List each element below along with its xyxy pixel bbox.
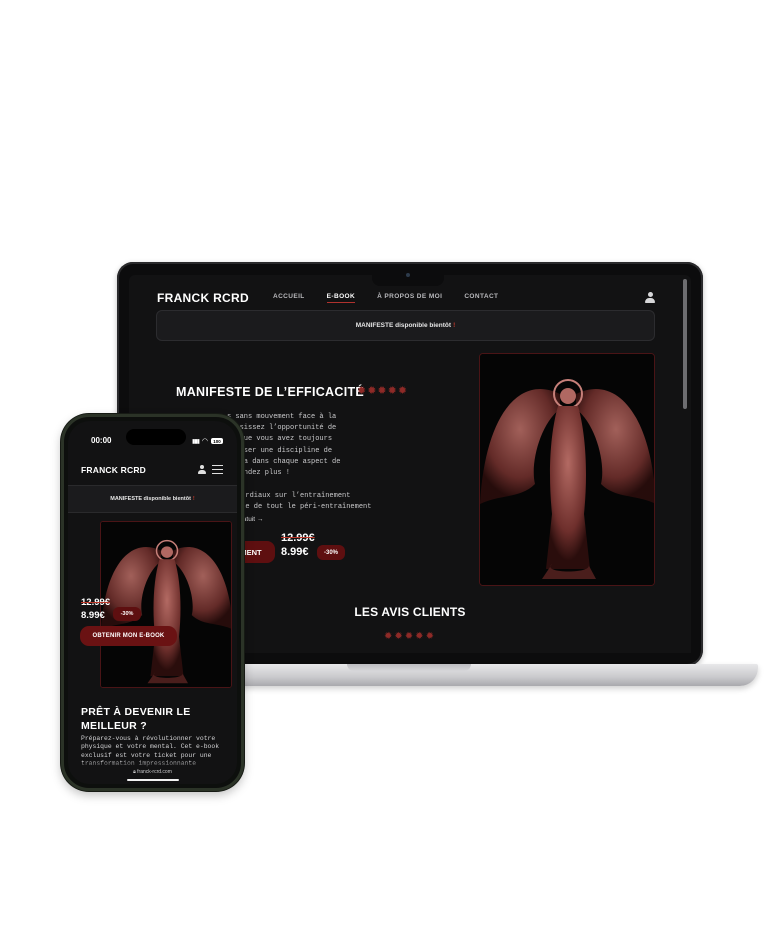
- url-text[interactable]: 🔒︎ franck-rcrd.com: [68, 769, 237, 775]
- nav-link-ebook[interactable]: E-BOOK: [326, 293, 356, 303]
- nav-links: ACCUEIL E-BOOK À PROPOS DE MOI CONTACT: [273, 293, 498, 303]
- description-line: attendez plus !: [227, 469, 291, 478]
- section-heading: PRÊT À DEVENIR LE MEILLEUR ?: [81, 706, 191, 732]
- description-line: ps que vous avez toujours: [227, 435, 333, 444]
- announcement-banner: MANIFESTE disponible bientôt !: [68, 485, 237, 513]
- dynamic-island: [126, 429, 186, 445]
- banner-text: MANIFESTE disponible bientôt: [355, 322, 452, 329]
- url-value: franck-rcrd.com: [137, 769, 172, 775]
- laptop-notch: [372, 268, 444, 286]
- description-line: Saisissez l’opportunité de: [227, 424, 337, 433]
- discount-badge: -30%: [317, 545, 345, 560]
- product-description: s sans mouvement face à la Saisissez l’o…: [227, 412, 377, 479]
- new-price: 8.99€: [281, 546, 309, 558]
- new-price: 8.99€: [81, 610, 105, 621]
- description-line: mordiaux sur l’entraînement: [237, 492, 351, 500]
- get-ebook-button[interactable]: OBTENIR MON E-BOOK: [80, 626, 177, 646]
- user-icon[interactable]: [645, 292, 655, 304]
- battery-icon: 100: [211, 438, 223, 444]
- nav-link-contact[interactable]: CONTACT: [464, 293, 498, 303]
- menu-icon[interactable]: [212, 465, 223, 474]
- description-line: s sans mouvement face à la: [227, 413, 337, 421]
- angel-statue-illustration: [101, 522, 231, 687]
- banner-text: MANIFESTE disponible bientôt: [110, 496, 191, 502]
- discount-badge: -30%: [113, 607, 141, 621]
- home-indicator[interactable]: [127, 778, 179, 781]
- camera-icon: [406, 273, 410, 277]
- signal-icon: ▮▮▮: [191, 438, 200, 445]
- phone-frame: 00:00 ▮▮▮ ◠ 100 FRANCK RCRD MANIFESTE di…: [61, 414, 244, 791]
- banner-mark: !: [192, 496, 195, 502]
- wifi-icon: ◠: [201, 438, 208, 445]
- ebook-cover-image: [479, 353, 655, 586]
- nav-link-accueil[interactable]: ACCUEIL: [273, 293, 305, 303]
- announcement-banner: MANIFESTE disponible bientôt !: [156, 310, 655, 341]
- ebook-cover-image: [100, 521, 232, 688]
- site-logo[interactable]: FRANCK RCRD: [81, 465, 146, 475]
- product-title: MANIFESTE DE L’EFFICACITÉ: [176, 385, 365, 399]
- old-price: 12.99€: [281, 532, 315, 544]
- description-line: brasser une discipline de: [227, 446, 333, 455]
- site-logo[interactable]: FRANCK RCRD: [157, 291, 249, 305]
- angel-statue-illustration: [480, 354, 654, 585]
- nav-link-about[interactable]: À PROPOS DE MOI: [377, 293, 442, 303]
- status-icons: ▮▮▮ ◠ 100: [192, 437, 223, 445]
- top-nav: FRANCK RCRD ACCUEIL E-BOOK À PROPOS DE M…: [157, 287, 661, 309]
- phone-screen: 00:00 ▮▮▮ ◠ 100 FRANCK RCRD MANIFESTE di…: [68, 421, 237, 784]
- banner-mark: !: [453, 322, 456, 329]
- description-line: ètera dans chaque aspect de: [227, 457, 341, 466]
- status-time: 00:00: [91, 436, 112, 445]
- rating-stars: ✹✹✹✹✹: [357, 385, 409, 397]
- user-icon[interactable]: [198, 465, 206, 475]
- old-price: 12.99€: [81, 597, 111, 608]
- product-description-2: mordiaux sur l’entraînement ale de tout …: [237, 491, 407, 513]
- scrollbar[interactable]: [683, 279, 687, 409]
- description-line: ale de tout le péri-entraînement: [237, 503, 372, 511]
